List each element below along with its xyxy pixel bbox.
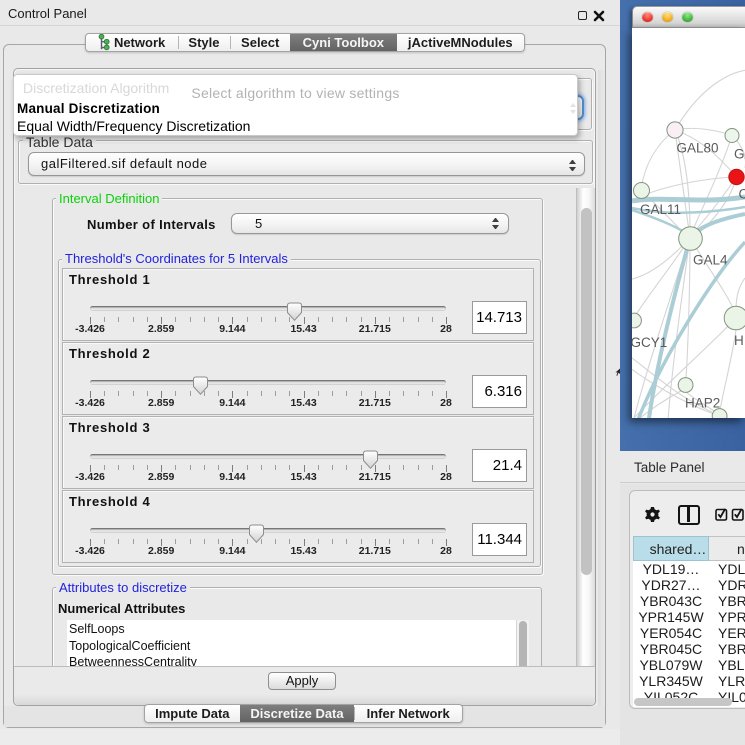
svg-text:CD: CD <box>739 187 745 202</box>
svg-text:GAL80: GAL80 <box>677 141 719 156</box>
svg-text:GAL3: GAL3 <box>734 147 745 162</box>
svg-text:GAL4: GAL4 <box>693 253 728 268</box>
svg-text:GCY1: GCY1 <box>632 335 667 350</box>
svg-text:HIS4: HIS4 <box>734 333 745 348</box>
svg-text:GAL11: GAL11 <box>640 202 681 217</box>
svg-text:HAP2: HAP2 <box>685 396 720 411</box>
